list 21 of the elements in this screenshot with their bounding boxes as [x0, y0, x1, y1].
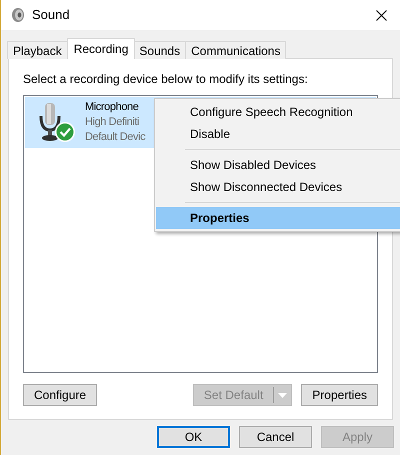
menu-item[interactable]: Configure Speech Recognition: [156, 101, 400, 123]
tab[interactable]: Recording: [66, 38, 136, 59]
device-name: Microphone: [85, 100, 140, 115]
properties-button[interactable]: Properties: [301, 384, 378, 406]
tab[interactable]: Sounds: [133, 41, 186, 59]
close-icon: [376, 10, 386, 20]
window-title: Sound: [32, 6, 70, 24]
tab[interactable]: Playback: [7, 41, 68, 59]
cancel-button[interactable]: Cancel: [239, 426, 312, 448]
device-description: High Definiti: [85, 115, 140, 130]
menu-item[interactable]: Show Disabled Devices: [156, 154, 400, 176]
menu-item[interactable]: Show Disconnected Devices: [156, 176, 400, 198]
ok-button[interactable]: OK: [157, 426, 230, 448]
menu-item[interactable]: Properties: [156, 207, 400, 229]
caret-icon: [278, 392, 288, 398]
menu-item[interactable]: Disable: [156, 123, 400, 145]
instruction-text: Select a recording device below to modify its settings:: [23, 71, 309, 88]
speaker-icon: [10, 7, 26, 23]
configure-button[interactable]: Configure: [23, 384, 98, 406]
tab[interactable]: Communications: [185, 41, 286, 59]
device-status: Default Devic: [85, 130, 146, 145]
